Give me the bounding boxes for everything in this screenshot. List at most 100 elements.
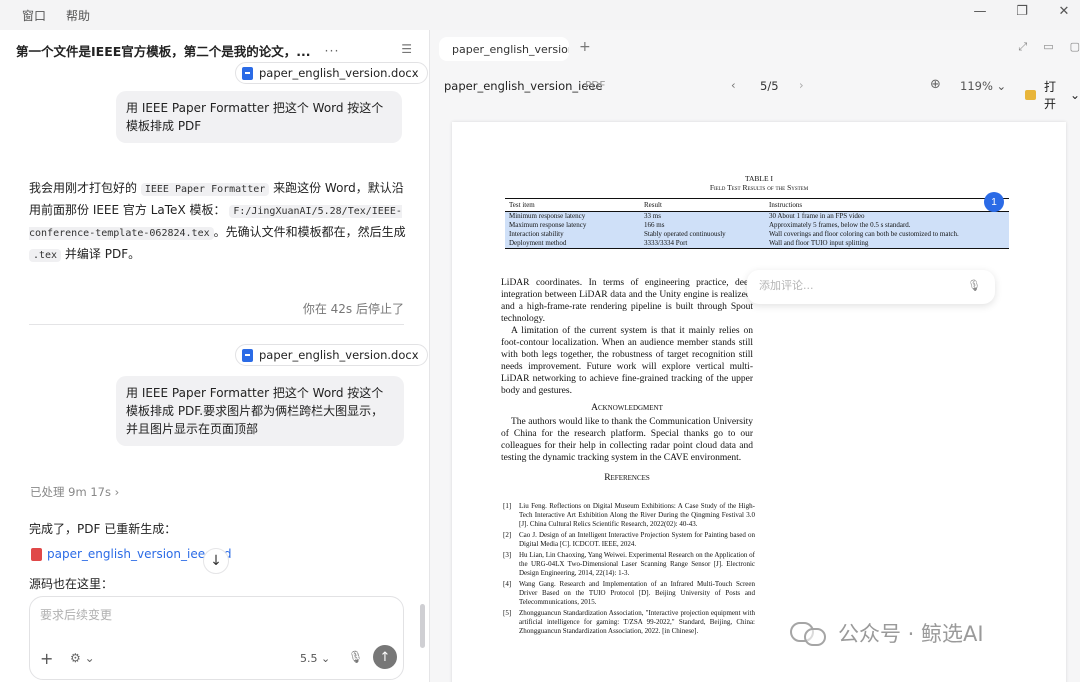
close-icon[interactable]: ✕ bbox=[1054, 4, 1074, 19]
outline-icon[interactable]: ☰ bbox=[401, 42, 412, 56]
body-column: LiDAR coordinates. In terms of engineeri… bbox=[501, 277, 753, 484]
scroll-down-button[interactable]: ↓ bbox=[203, 548, 229, 574]
wechat-logo-icon bbox=[790, 620, 828, 646]
menu-bar: 窗口 帮助 bbox=[0, 0, 1080, 30]
more-icon[interactable]: ··· bbox=[325, 43, 340, 58]
model-selector[interactable]: 5.5 ⌄ bbox=[300, 652, 330, 665]
reference-item: [1] Liu Feng. Reflections on Digital Muse… bbox=[503, 502, 755, 529]
attachment-chip[interactable]: paper_english_version.docx bbox=[235, 344, 428, 366]
user-message: 用 IEEE Paper Formatter 把这个 Word 按这个模板排成 … bbox=[116, 376, 404, 446]
comment-input[interactable] bbox=[759, 279, 959, 292]
word-doc-icon bbox=[242, 66, 253, 80]
table-cell: 3333/3334 Port bbox=[640, 239, 765, 249]
processed-toggle[interactable]: 已处理 9m 17s › bbox=[30, 484, 119, 500]
expand-icon[interactable]: ⤢ bbox=[1018, 40, 1027, 54]
folder-icon bbox=[1025, 90, 1037, 100]
zoom-in-icon[interactable]: ⊕ bbox=[930, 77, 941, 92]
inline-code: IEEE Paper Formatter bbox=[140, 183, 270, 196]
tab-label: paper_english_version bbox=[452, 42, 569, 56]
reference-number: [2] bbox=[503, 531, 512, 539]
section-heading: Acknowledgment bbox=[591, 403, 663, 413]
microphone-icon[interactable]: 🎙 bbox=[967, 279, 981, 292]
reference-text: Wang Gang. Research and Implementation o… bbox=[519, 580, 755, 606]
pdf-page: TABLE I Field Test Results of the System… bbox=[452, 122, 1066, 682]
arrow-down-icon: ↓ bbox=[210, 553, 222, 569]
microphone-icon[interactable]: 🎙 bbox=[348, 650, 363, 664]
pdf-file-link[interactable]: paper_english_version_ieee.pd bbox=[31, 547, 232, 561]
inline-code: .tex bbox=[29, 249, 62, 262]
attachment-name: paper_english_version.docx bbox=[259, 348, 419, 362]
model-label: 5.5 bbox=[300, 652, 318, 665]
document-tab[interactable]: paper_english_version bbox=[439, 37, 569, 61]
reference-number: [5] bbox=[503, 609, 512, 617]
table-caption: Field Test Results of the System bbox=[709, 183, 809, 192]
menu-item-help[interactable]: 帮助 bbox=[66, 7, 90, 24]
document-type: PDF bbox=[585, 80, 606, 92]
new-tab-icon[interactable]: + bbox=[579, 39, 591, 55]
table-row: Deployment method 3333/3334 Port Wall an… bbox=[505, 239, 1009, 249]
settings-icon[interactable]: ⚙ ⌄ bbox=[70, 651, 95, 665]
table-cell: 166 ms bbox=[640, 221, 765, 230]
scrollbar[interactable] bbox=[420, 604, 425, 648]
restore-icon[interactable]: ❐ bbox=[1012, 4, 1032, 19]
table-cell: Wall and floor TUIO input splitting bbox=[765, 239, 1009, 249]
send-button[interactable]: ↑ bbox=[373, 645, 397, 669]
menu-item-window[interactable]: 窗口 bbox=[22, 7, 46, 24]
table-header: Test item bbox=[505, 198, 640, 212]
table-cell: Wall coverings and floor coloring can bo… bbox=[765, 230, 1009, 239]
open-label: 打开 bbox=[1044, 80, 1057, 111]
table-row: Minimum response latency 33 ms 30 About … bbox=[505, 211, 1009, 221]
reference-item: [5] Zhongguancun Standardization Associat… bbox=[503, 609, 755, 636]
assistant-message: 我会用刚才打包好的 IEEE Paper Formatter 来跑这份 Word… bbox=[29, 178, 407, 266]
table-cell: 30 About 1 frame in an FPS video bbox=[765, 211, 1009, 221]
results-table: Test item Result Instructions Minimum re… bbox=[505, 198, 1009, 249]
prev-page-icon[interactable]: ‹ bbox=[731, 78, 736, 92]
table-cell: Interaction stability bbox=[505, 230, 640, 239]
section-heading: References bbox=[604, 473, 650, 483]
reference-list: [1] Liu Feng. Reflections on Digital Muse… bbox=[503, 502, 755, 638]
reference-item: [4] Wang Gang. Research and Implementatio… bbox=[503, 580, 755, 607]
next-page-icon[interactable]: › bbox=[799, 78, 804, 92]
chat-panel: 第一个文件是IEEE官方模板，第二个是我的论文，... ··· ☰ paper_… bbox=[0, 30, 430, 682]
minimize-icon[interactable]: — bbox=[970, 4, 990, 19]
panel-icon[interactable]: ▭ bbox=[1043, 40, 1053, 54]
assistant-text: 完成了，PDF 已重新生成： bbox=[29, 522, 177, 536]
table-header: Result bbox=[640, 198, 765, 212]
document-name: paper_english_version_ieee bbox=[444, 79, 603, 93]
zoom-selector[interactable]: 119% ⌄ bbox=[960, 79, 1006, 93]
assistant-text: 源码也在这里： bbox=[29, 577, 114, 591]
open-button[interactable]: 打开 ⌄ bbox=[1025, 78, 1080, 112]
attachment-chip[interactable]: paper_english_version.docx bbox=[235, 62, 428, 84]
paragraph: A limitation of the current system is th… bbox=[501, 326, 753, 396]
viewer-controls: ⤢ ▭ ▢ bbox=[1018, 40, 1080, 54]
chat-header: 第一个文件是IEEE官方模板，第二个是我的论文，... ··· ☰ bbox=[16, 40, 420, 60]
table-cell: Minimum response latency bbox=[505, 211, 640, 221]
word-doc-icon bbox=[242, 348, 253, 362]
arrow-up-icon: ↑ bbox=[379, 649, 391, 665]
add-icon[interactable]: + bbox=[40, 649, 53, 668]
reference-text: Cao J. Design of an Intelligent Interact… bbox=[519, 531, 755, 548]
attachment-name: paper_english_version.docx bbox=[259, 66, 419, 80]
composer: + ⚙ ⌄ 5.5 ⌄ 🎙 ↑ bbox=[29, 596, 404, 680]
message-input[interactable] bbox=[40, 605, 380, 625]
table-label: TABLE I bbox=[745, 174, 773, 183]
table-row: Interaction stability Stably operated co… bbox=[505, 230, 1009, 239]
table-cell: Maximum response latency bbox=[505, 221, 640, 230]
reference-text: Zhongguancun Standardization Association… bbox=[519, 609, 755, 635]
table-row: Maximum response latency 166 ms Approxim… bbox=[505, 221, 1009, 230]
divider bbox=[29, 324, 404, 325]
viewer-toolbar: paper_english_version_ieee PDF ‹ 5/5 › ⊕… bbox=[431, 72, 1080, 111]
table-cell: Approximately 5 frames, below the 0.5 s … bbox=[765, 221, 1009, 230]
comment-badge[interactable]: 1 bbox=[984, 192, 1004, 212]
reference-item: [3] Hu Lian, Lin Chaoxing, Yang Weiwei. E… bbox=[503, 551, 755, 578]
chevron-down-icon: ⌄ bbox=[1066, 88, 1080, 102]
stopped-status: 你在 42s 后停止了 bbox=[302, 302, 404, 316]
chat-title[interactable]: 第一个文件是IEEE官方模板，第二个是我的论文，... bbox=[16, 41, 311, 60]
assistant-text: 并编译 PDF。 bbox=[64, 247, 141, 261]
sidebar-icon[interactable]: ▢ bbox=[1070, 40, 1080, 54]
reference-text: Liu Feng. Reflections on Digital Museum … bbox=[519, 502, 755, 528]
reference-number: [3] bbox=[503, 551, 512, 559]
pdf-icon bbox=[31, 547, 42, 561]
reference-text: Hu Lian, Lin Chaoxing, Yang Weiwei. Expe… bbox=[519, 551, 755, 577]
chevron-right-icon: › bbox=[114, 485, 120, 499]
